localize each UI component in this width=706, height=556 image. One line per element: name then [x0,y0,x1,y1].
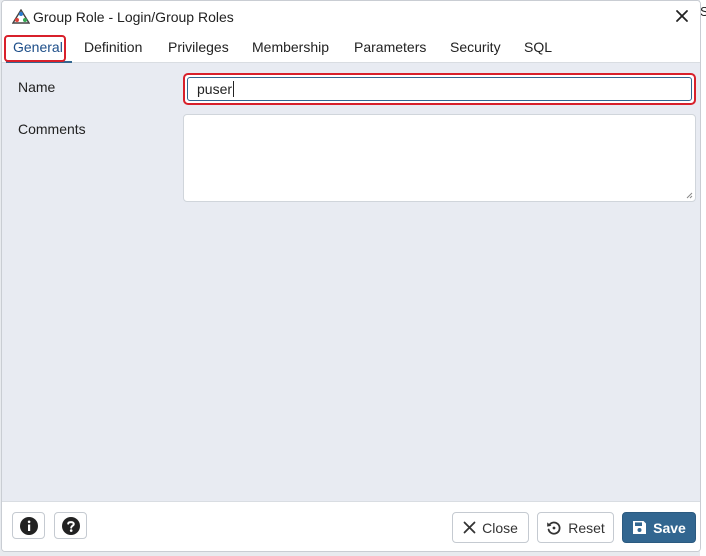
dialog-titlebar: Group Role - Login/Group Roles [2,1,700,32]
save-button[interactable]: Save [622,512,696,543]
close-icon [676,10,688,22]
help-button[interactable] [54,512,87,539]
tab-membership[interactable]: Membership [252,36,329,60]
info-button[interactable] [12,512,45,539]
tab-security[interactable]: Security [450,36,501,60]
help-icon [61,516,80,535]
dialog-title: Group Role - Login/Group Roles [33,8,234,25]
dialog-footer: Close Reset Save [2,501,700,551]
general-panel: Name puser Comments [2,63,700,501]
comments-textarea[interactable] [183,114,696,202]
info-icon [19,516,38,535]
tab-privileges[interactable]: Privileges [168,36,229,60]
tab-general[interactable]: General [13,36,63,60]
comments-label: Comments [18,121,86,137]
tab-definition[interactable]: Definition [84,36,142,60]
reset-button-label: Reset [568,519,605,536]
close-button[interactable]: Close [452,512,529,543]
group-role-dialog: Group Role - Login/Group Roles General D… [1,0,701,552]
resize-grip-icon[interactable] [686,192,693,199]
close-icon [463,521,476,534]
tab-sql[interactable]: SQL [524,36,552,60]
pgadmin-elephant-icon [12,8,30,25]
save-button-label: Save [653,519,686,536]
name-field-highlight: puser [183,73,696,105]
tab-parameters[interactable]: Parameters [354,36,426,60]
close-button-label: Close [482,519,518,536]
tab-bar: General Definition Privileges Membership… [2,32,700,63]
name-input[interactable]: puser [187,77,692,101]
reset-icon [547,521,561,535]
name-label: Name [18,79,56,95]
close-dialog-button[interactable] [672,6,692,26]
save-icon [633,521,647,534]
reset-button[interactable]: Reset [537,512,614,543]
text-caret [233,81,235,97]
name-value: puser [197,81,233,97]
